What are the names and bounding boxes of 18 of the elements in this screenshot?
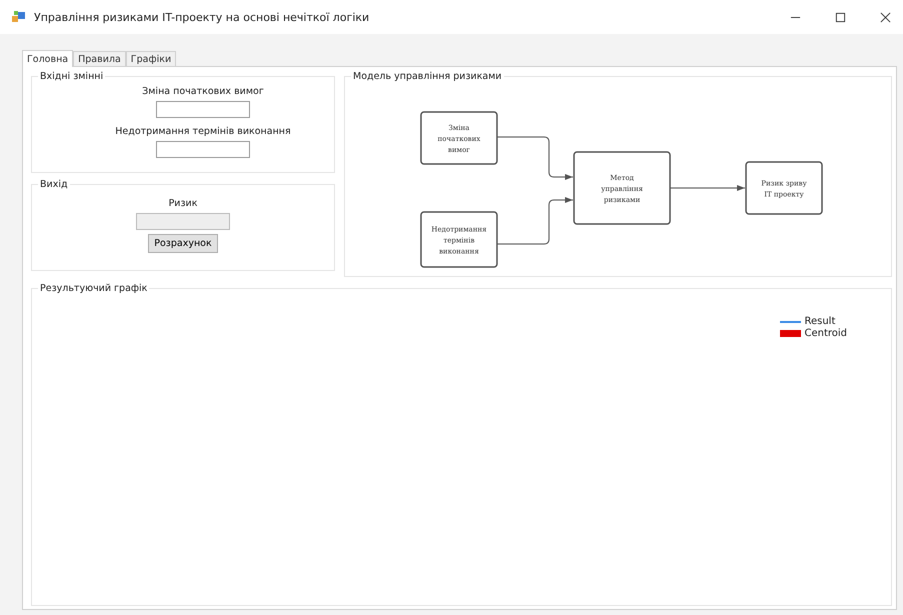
legend-label: Result — [804, 316, 836, 327]
app-icon — [12, 10, 26, 24]
maximize-icon[interactable] — [835, 12, 846, 22]
tab[interactable]: Правила — [73, 51, 126, 66]
input-field[interactable] — [156, 141, 250, 158]
close-icon[interactable] — [880, 12, 891, 22]
tab[interactable]: Графіки — [126, 51, 176, 66]
field-label: Зміна початкових вимог — [142, 86, 264, 97]
legend-label: Centroid — [804, 328, 847, 339]
group-title: Результуючий графік — [39, 283, 148, 294]
input-field[interactable] — [156, 101, 250, 118]
tab[interactable]: Головна — [22, 50, 74, 67]
field-label: Недотримання термінів виконання — [115, 126, 291, 137]
field-label: Ризик — [168, 198, 198, 209]
group-title: Модель управління ризиками — [352, 71, 503, 82]
group-title: Вхідні змінні — [39, 71, 104, 82]
window-title: Управління ризиками IT-проекту на основі нечіткої логіки — [34, 10, 370, 24]
group-title: Вихід — [39, 179, 69, 190]
